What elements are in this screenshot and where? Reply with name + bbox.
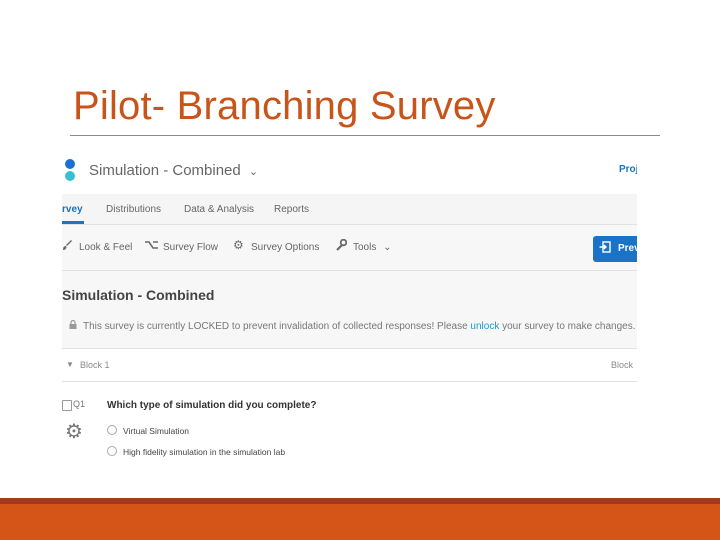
question-q1: Q1 Which type of simulation did you comp… xyxy=(62,382,637,470)
footer-bar xyxy=(0,504,720,540)
toolbar: Look & Feel Survey Flow ⚙ Survey Options… xyxy=(62,225,637,271)
tab-survey[interactable]: rvey xyxy=(62,204,83,215)
tools-label: Tools xyxy=(353,242,377,253)
survey-title: Simulation - Combined xyxy=(62,287,215,303)
block-header[interactable]: ▼ Block 1 Block xyxy=(62,349,637,382)
chevron-down-icon: ⌄ xyxy=(383,242,392,253)
preview-button[interactable]: Prev xyxy=(593,236,637,262)
gear-icon[interactable]: ⚙ xyxy=(65,419,83,444)
question-text: Which type of simulation did you complet… xyxy=(107,400,317,411)
tab-distributions[interactable]: Distributions xyxy=(106,204,161,215)
collapse-caret-icon[interactable]: ▼ xyxy=(66,360,74,369)
choice-radio[interactable] xyxy=(107,446,117,456)
survey-editor-screenshot: Simulation - Combined ⌄ Proj rvey Distri… xyxy=(62,150,637,470)
look-and-feel-button[interactable]: Look & Feel xyxy=(79,242,132,253)
unlock-link[interactable]: unlock xyxy=(470,321,499,332)
title-divider xyxy=(70,135,660,136)
choice-label: High fidelity simulation in the simulati… xyxy=(123,447,286,457)
tab-reports[interactable]: Reports xyxy=(274,204,309,215)
block-name: Block 1 xyxy=(80,360,110,370)
tools-dropdown[interactable]: Tools ⌄ xyxy=(353,242,392,253)
gear-icon: ⚙ xyxy=(233,238,244,252)
choice-label: Virtual Simulation xyxy=(123,426,189,436)
logo-dot-blue xyxy=(65,159,75,169)
lock-icon xyxy=(69,319,77,331)
choice-radio[interactable] xyxy=(107,425,117,435)
block-options-button[interactable]: Block xyxy=(611,360,633,370)
slide-title: Pilot- Branching Survey xyxy=(73,84,496,128)
tab-data-analysis[interactable]: Data & Analysis xyxy=(184,204,254,215)
preview-label: Prev xyxy=(618,243,637,254)
flow-icon xyxy=(144,239,159,254)
survey-options-button[interactable]: Survey Options xyxy=(251,242,319,253)
survey-flow-button[interactable]: Survey Flow xyxy=(163,242,218,253)
logo-dot-teal xyxy=(65,171,75,181)
wrench-icon xyxy=(335,238,348,254)
project-name: Simulation - Combined xyxy=(89,162,241,179)
project-name-dropdown[interactable]: Simulation - Combined ⌄ xyxy=(89,162,258,179)
nav-tabs: rvey Distributions Data & Analysis Repor… xyxy=(62,194,637,225)
lock-notice: This survey is currently LOCKED to preve… xyxy=(69,319,636,332)
question-select-checkbox[interactable] xyxy=(62,400,72,411)
active-tab-indicator xyxy=(62,221,84,224)
chevron-down-icon: ⌄ xyxy=(248,166,259,178)
paint-brush-icon xyxy=(62,239,73,254)
lock-message-text: This survey is currently LOCKED to preve… xyxy=(83,321,468,332)
question-id: Q1 xyxy=(73,399,86,409)
top-bar: Simulation - Combined ⌄ Proj xyxy=(62,150,637,194)
projects-link[interactable]: Proj xyxy=(619,164,637,175)
preview-icon xyxy=(599,241,611,256)
lock-message-suffix: your survey to make changes. xyxy=(502,321,636,332)
